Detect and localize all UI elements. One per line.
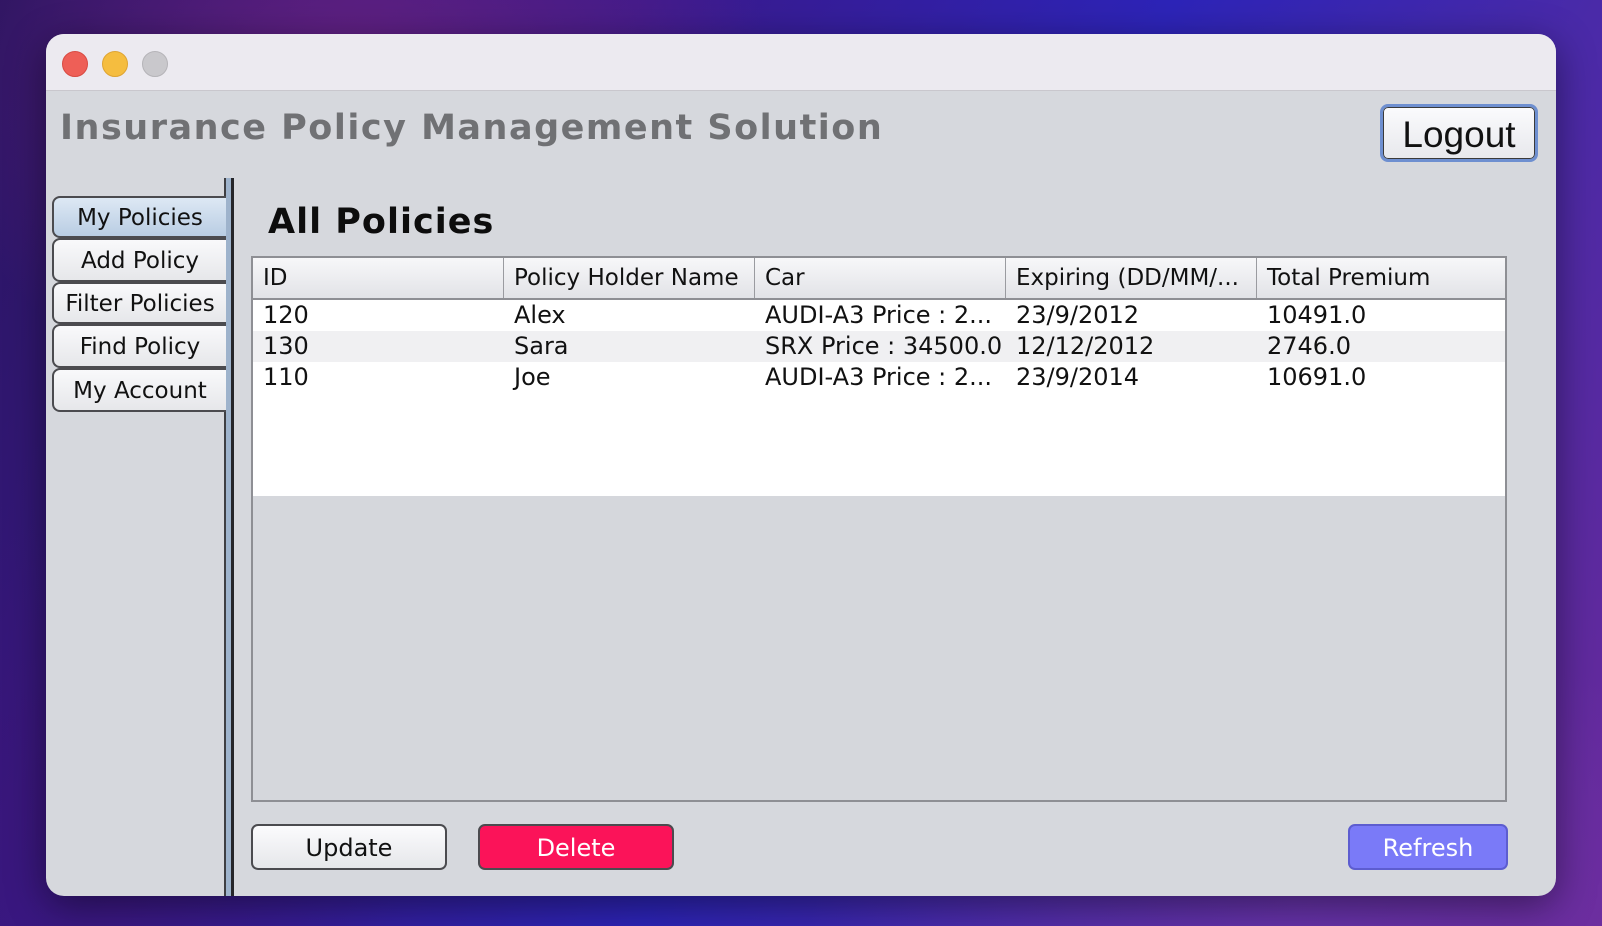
column-header-id[interactable]: ID [253, 258, 504, 298]
sidebar-divider-edge [231, 178, 234, 896]
page-title: All Policies [268, 202, 495, 242]
cell-car: AUDI-A3 Price : 2... [765, 301, 993, 329]
cell-total-premium: 10691.0 [1267, 363, 1367, 391]
tab-filter-policies[interactable]: Filter Policies [52, 282, 226, 324]
column-header-expiring[interactable]: Expiring (DD/MM/... [1006, 258, 1257, 298]
tab-find-policy[interactable]: Find Policy [52, 324, 226, 368]
cell-holder-name: Sara [514, 332, 569, 360]
window-titlebar[interactable] [46, 34, 1556, 91]
tab-my-policies[interactable]: My Policies [52, 196, 226, 238]
column-header-total-premium[interactable]: Total Premium [1257, 258, 1505, 298]
table-row[interactable]: 130 Sara SRX Price : 34500.0 12/12/2012 … [253, 331, 1505, 362]
app-title: Insurance Policy Management Solution [60, 108, 884, 148]
table-body: 120 Alex AUDI-A3 Price : 2... 23/9/2012 … [253, 300, 1505, 496]
tab-add-policy[interactable]: Add Policy [52, 238, 226, 282]
cell-id: 130 [263, 332, 309, 360]
cell-id: 120 [263, 301, 309, 329]
update-button[interactable]: Update [251, 824, 447, 870]
column-header-holder-name[interactable]: Policy Holder Name [504, 258, 755, 298]
close-window-button[interactable] [62, 51, 88, 77]
cell-holder-name: Joe [514, 363, 551, 391]
cell-car: AUDI-A3 Price : 2... [765, 363, 993, 391]
cell-car: SRX Price : 34500.0 [765, 332, 1003, 360]
table-row[interactable]: 110 Joe AUDI-A3 Price : 2... 23/9/2014 1… [253, 362, 1505, 393]
minimize-window-button[interactable] [102, 51, 128, 77]
table-row[interactable]: 120 Alex AUDI-A3 Price : 2... 23/9/2012 … [253, 300, 1505, 331]
table-header: ID Policy Holder Name Car Expiring (DD/M… [253, 258, 1505, 300]
app-window: Insurance Policy Management Solution Log… [46, 34, 1556, 896]
cell-total-premium: 10491.0 [1267, 301, 1367, 329]
cell-id: 110 [263, 363, 309, 391]
cell-holder-name: Alex [514, 301, 566, 329]
tab-my-account[interactable]: My Account [52, 368, 226, 412]
cell-expiring: 12/12/2012 [1016, 332, 1155, 360]
column-header-car[interactable]: Car [755, 258, 1006, 298]
cell-total-premium: 2746.0 [1267, 332, 1351, 360]
cell-expiring: 23/9/2012 [1016, 301, 1140, 329]
cell-expiring: 23/9/2014 [1016, 363, 1140, 391]
refresh-button[interactable]: Refresh [1348, 824, 1508, 870]
delete-button[interactable]: Delete [478, 824, 674, 870]
policies-table: ID Policy Holder Name Car Expiring (DD/M… [251, 256, 1507, 802]
logout-button[interactable]: Logout [1380, 104, 1538, 162]
zoom-window-button[interactable] [142, 51, 168, 77]
